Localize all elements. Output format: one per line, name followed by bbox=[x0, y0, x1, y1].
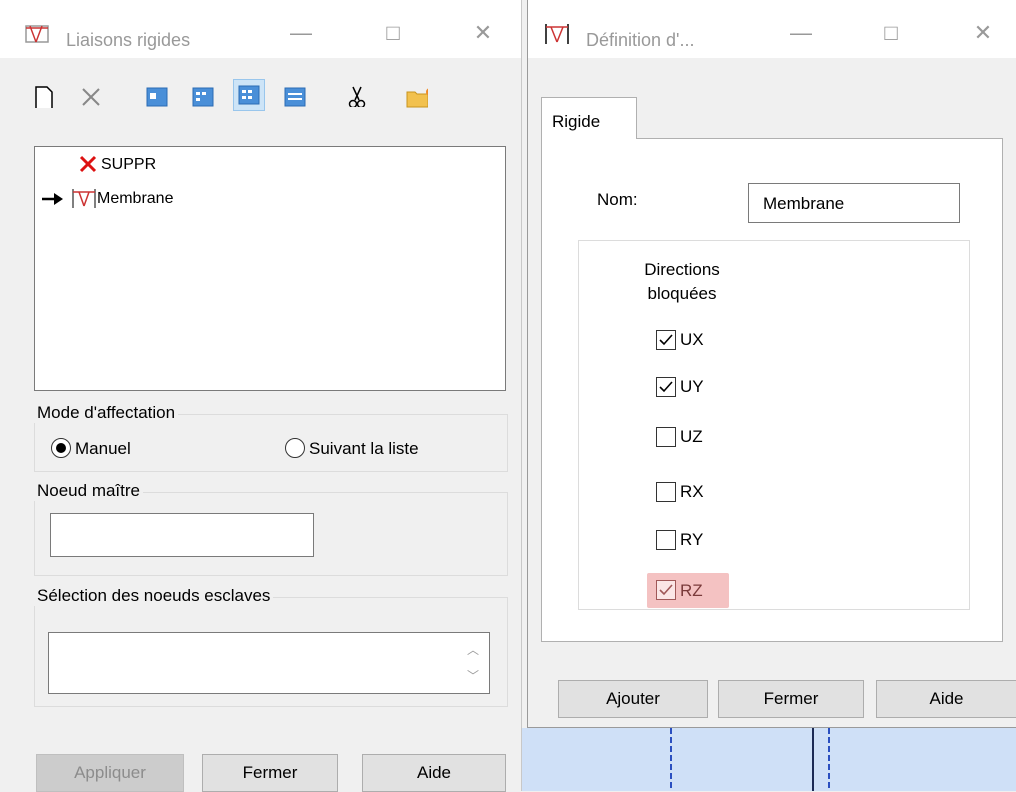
maximize-button[interactable]: □ bbox=[378, 18, 408, 48]
radio-suivant-liste[interactable] bbox=[285, 438, 305, 458]
open-folder-icon[interactable] bbox=[406, 86, 428, 108]
close-button[interactable]: Fermer bbox=[718, 680, 864, 718]
app-icon bbox=[25, 25, 49, 43]
checkbox-label: UZ bbox=[680, 427, 703, 446]
checkbox-label: RX bbox=[680, 482, 704, 501]
assignment-mode-group: Mode d'affectation Manuel Suivant la lis… bbox=[34, 403, 508, 472]
rigid-link-icon bbox=[72, 189, 96, 208]
checkbox-ux[interactable] bbox=[656, 330, 676, 350]
background-canvas bbox=[522, 728, 1016, 791]
slave-nodes-input[interactable]: ︿ ﹀ bbox=[48, 632, 490, 694]
apply-button[interactable]: Appliquer bbox=[36, 754, 184, 792]
maximize-button[interactable]: □ bbox=[876, 18, 906, 48]
checkbox-ry[interactable] bbox=[656, 530, 676, 550]
check-icon bbox=[659, 584, 673, 596]
directions-title: Directions bloquées bbox=[644, 260, 720, 303]
list-view-button[interactable] bbox=[233, 79, 265, 111]
group-title: Noeud maître bbox=[34, 481, 143, 501]
master-node-group: Noeud maître bbox=[34, 481, 508, 576]
close-button[interactable]: Fermer bbox=[202, 754, 338, 792]
minimize-button[interactable]: — bbox=[286, 18, 316, 48]
scroll-down-icon[interactable]: ﹀ bbox=[467, 667, 479, 684]
checkbox-label: UX bbox=[680, 330, 704, 349]
close-button[interactable]: ✕ bbox=[468, 18, 498, 48]
checkbox-uy[interactable] bbox=[656, 377, 676, 397]
help-button[interactable]: Aide bbox=[876, 680, 1016, 718]
red-x-icon bbox=[79, 155, 97, 173]
list-item-label: Membrane bbox=[97, 190, 174, 207]
canvas-line bbox=[828, 728, 830, 791]
checkbox-label: RY bbox=[680, 530, 704, 549]
large-icons-view-icon[interactable] bbox=[146, 87, 168, 109]
group-title: Sélection des noeuds esclaves bbox=[34, 586, 274, 606]
checkbox-label: UY bbox=[680, 377, 704, 396]
app-icon bbox=[545, 24, 569, 44]
tab-rigide[interactable]: Rigide bbox=[541, 97, 637, 139]
radio-label: Suivant la liste bbox=[309, 439, 419, 458]
list-view-icon bbox=[238, 85, 260, 105]
name-input[interactable]: Membrane bbox=[748, 183, 960, 223]
radio-label: Manuel bbox=[75, 439, 131, 458]
checkbox-rx[interactable] bbox=[656, 482, 676, 502]
canvas-line bbox=[670, 728, 672, 791]
close-button[interactable]: ✕ bbox=[968, 18, 998, 48]
toolbar bbox=[0, 70, 522, 124]
new-icon[interactable] bbox=[34, 86, 56, 108]
help-button[interactable]: Aide bbox=[362, 754, 506, 792]
current-arrow-icon bbox=[42, 193, 63, 205]
window-title: Définition d'... bbox=[586, 30, 695, 50]
radio-manuel[interactable] bbox=[51, 438, 71, 458]
small-icons-view-icon[interactable] bbox=[192, 87, 214, 109]
delete-icon[interactable] bbox=[80, 86, 102, 108]
scissors-icon[interactable] bbox=[347, 85, 369, 107]
check-icon bbox=[659, 381, 673, 393]
list-item-label: SUPPR bbox=[101, 156, 157, 173]
checkbox-rz[interactable] bbox=[656, 580, 676, 600]
checkbox-uz[interactable] bbox=[656, 427, 676, 447]
canvas-line bbox=[812, 728, 814, 791]
scroll-up-icon[interactable]: ︿ bbox=[467, 641, 479, 658]
add-button[interactable]: Ajouter bbox=[558, 680, 708, 718]
title-bar: Définition d'... — □ ✕ bbox=[528, 0, 1016, 58]
master-node-input[interactable] bbox=[50, 513, 314, 557]
liaisons-rigides-window: Liaisons rigides — □ ✕ SUPPR Membrane Mo… bbox=[0, 0, 522, 792]
link-list[interactable]: SUPPR Membrane bbox=[34, 146, 506, 391]
minimize-button[interactable]: — bbox=[786, 18, 816, 48]
details-view-icon[interactable] bbox=[284, 87, 306, 109]
check-icon bbox=[659, 334, 673, 346]
checkbox-label: RZ bbox=[680, 581, 703, 600]
group-title: Mode d'affectation bbox=[34, 403, 179, 423]
title-bar: Liaisons rigides — □ ✕ bbox=[0, 0, 521, 58]
name-label: Nom: bbox=[597, 190, 638, 209]
window-title: Liaisons rigides bbox=[66, 30, 191, 50]
slave-nodes-group: Sélection des noeuds esclaves ︿ ﹀ bbox=[34, 586, 508, 707]
